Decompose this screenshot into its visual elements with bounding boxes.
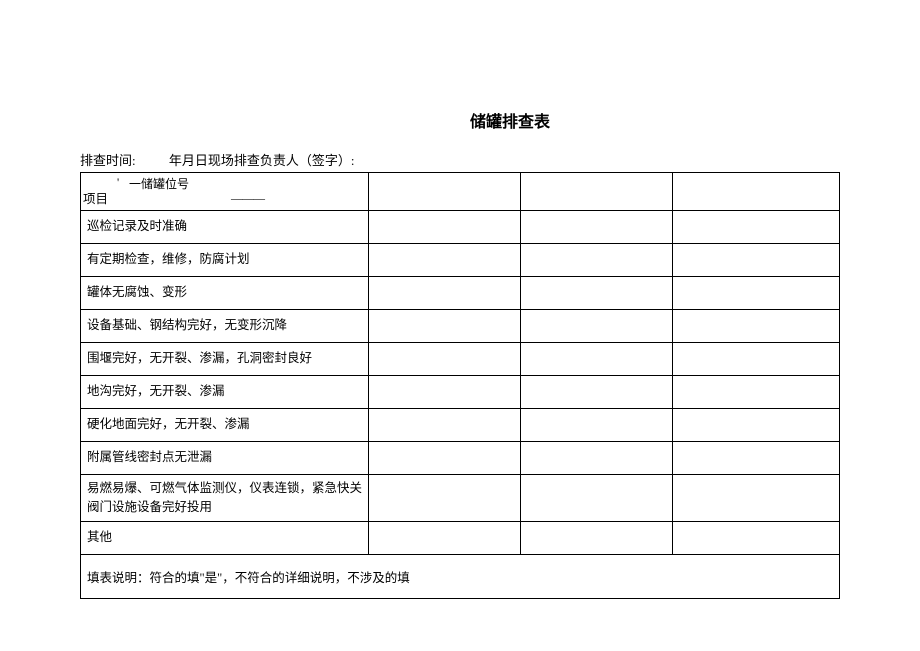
row-label: 有定期检查，维修，防腐计划 — [81, 244, 369, 277]
row-cell — [673, 211, 840, 244]
table-row: 围堰完好，无开裂、渗漏，孔洞密封良好 — [81, 343, 840, 376]
row-cell — [673, 376, 840, 409]
row-label: 设备基础、钢结构完好，无变形沉降 — [81, 310, 369, 343]
row-label: 巡检记录及时准确 — [81, 211, 369, 244]
row-cell — [521, 310, 673, 343]
instruction-text: 填表说明：符合的填"是"，不符合的详细说明，不涉及的填 — [81, 554, 840, 598]
row-cell — [521, 376, 673, 409]
row-label: 硬化地面完好，无开裂、渗漏 — [81, 409, 369, 442]
document-title: 储罐排查表 — [180, 108, 840, 132]
page: 储罐排查表 排查时间: 年月日现场排查负责人（签字）: ' 一储罐位号 项目 —… — [0, 0, 920, 599]
instruction-row: 填表说明：符合的填"是"，不符合的详细说明，不涉及的填 — [81, 554, 840, 598]
row-label: 罐体无腐蚀、变形 — [81, 277, 369, 310]
header-cell-project: ' 一储罐位号 项目 ——— — [81, 173, 369, 211]
table-row: 设备基础、钢结构完好，无变形沉降 — [81, 310, 840, 343]
table-row: 地沟完好，无开裂、渗漏 — [81, 376, 840, 409]
row-cell — [521, 211, 673, 244]
row-cell — [369, 442, 521, 475]
inspection-time-label: 排查时间: — [80, 150, 136, 169]
row-cell — [673, 277, 840, 310]
header-col-3 — [521, 173, 673, 211]
row-cell — [369, 376, 521, 409]
row-cell — [521, 521, 673, 554]
header-dash: ——— — [231, 191, 264, 206]
row-cell — [673, 343, 840, 376]
row-cell — [673, 310, 840, 343]
row-cell — [673, 475, 840, 522]
row-cell — [369, 409, 521, 442]
row-label: 附属管线密封点无泄漏 — [81, 442, 369, 475]
row-label: 地沟完好，无开裂、渗漏 — [81, 376, 369, 409]
row-cell — [521, 475, 673, 522]
row-cell — [369, 521, 521, 554]
row-cell — [369, 277, 521, 310]
row-cell — [521, 409, 673, 442]
header-project-label: 项目 — [83, 188, 108, 207]
row-cell — [369, 475, 521, 522]
row-cell — [369, 343, 521, 376]
row-cell — [521, 277, 673, 310]
table-row: 易燃易爆、可燃气体监测仪，仪表连锁，紧急快关阀门设施设备完好投用 — [81, 475, 840, 522]
row-cell — [521, 244, 673, 277]
row-cell — [369, 244, 521, 277]
row-cell — [521, 343, 673, 376]
header-col-4 — [673, 173, 840, 211]
inspection-date-signer: 年月日现场排查负责人（签字）: — [169, 153, 355, 168]
header-tank-number: 一储罐位号 — [129, 175, 189, 192]
table-row: 其他 — [81, 521, 840, 554]
row-cell — [673, 521, 840, 554]
row-cell — [673, 244, 840, 277]
row-cell — [673, 442, 840, 475]
table-row: 有定期检查，维修，防腐计划 — [81, 244, 840, 277]
row-cell — [521, 442, 673, 475]
row-label: 其他 — [81, 521, 369, 554]
header-col-2 — [369, 173, 521, 211]
row-cell — [673, 409, 840, 442]
table-header-row: ' 一储罐位号 项目 ——— — [81, 173, 840, 211]
table-row: 罐体无腐蚀、变形 — [81, 277, 840, 310]
inspection-table: ' 一储罐位号 项目 ——— 巡检记录及时准确 有定期检查，维修，防腐计划 罐体… — [80, 172, 840, 599]
meta-line: 排查时间: 年月日现场排查负责人（签字）: — [80, 150, 840, 169]
row-label: 易燃易爆、可燃气体监测仪，仪表连锁，紧急快关阀门设施设备完好投用 — [81, 475, 369, 522]
table-row: 硬化地面完好，无开裂、渗漏 — [81, 409, 840, 442]
table-row: 巡检记录及时准确 — [81, 211, 840, 244]
row-label: 围堰完好，无开裂、渗漏，孔洞密封良好 — [81, 343, 369, 376]
row-cell — [369, 310, 521, 343]
header-apostrophe: ' — [117, 175, 119, 190]
row-cell — [369, 211, 521, 244]
table-row: 附属管线密封点无泄漏 — [81, 442, 840, 475]
